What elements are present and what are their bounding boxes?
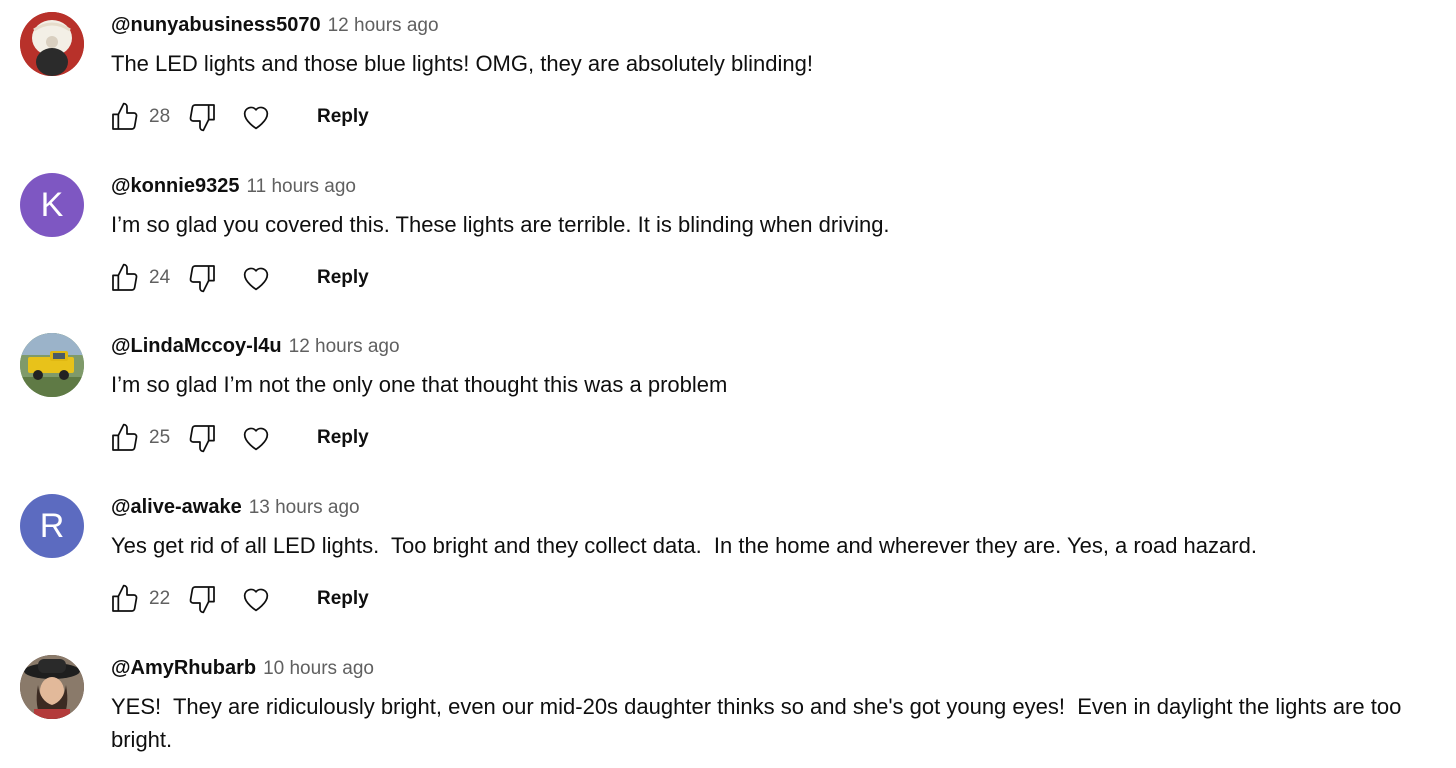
heart-button[interactable] xyxy=(239,582,273,616)
like-button[interactable] xyxy=(108,100,142,134)
avatar[interactable]: R xyxy=(20,494,84,558)
comment-timestamp[interactable]: 11 hours ago xyxy=(246,176,356,198)
heart-icon xyxy=(243,588,269,612)
like-button[interactable] xyxy=(108,421,142,455)
thumbs-down-icon xyxy=(189,425,215,453)
comment-author[interactable]: @konnie9325 xyxy=(111,175,239,198)
like-button[interactable] xyxy=(108,261,142,295)
comment-timestamp[interactable]: 12 hours ago xyxy=(289,336,400,358)
thumbs-down-icon xyxy=(189,104,215,132)
yellow-truck-avatar-icon xyxy=(20,333,84,397)
comment-timestamp[interactable]: 12 hours ago xyxy=(328,15,439,37)
like-count: 24 xyxy=(149,267,171,288)
avatar[interactable] xyxy=(20,655,84,719)
like-count: 28 xyxy=(149,106,171,127)
heart-icon xyxy=(243,106,269,130)
thumbs-down-icon xyxy=(189,265,215,293)
dislike-button[interactable] xyxy=(185,582,219,616)
avatar-letter: K xyxy=(40,185,64,224)
comment-author[interactable]: @alive-awake xyxy=(111,496,242,519)
comment-author[interactable]: @AmyRhubarb xyxy=(111,657,256,680)
woman-hat-avatar-icon xyxy=(20,655,84,719)
thumbs-up-icon xyxy=(112,584,138,612)
dislike-button[interactable] xyxy=(185,261,219,295)
reply-button[interactable]: Reply xyxy=(317,106,369,128)
comment-timestamp[interactable]: 10 hours ago xyxy=(263,658,374,680)
comment-author[interactable]: @LindaMccoy-l4u xyxy=(111,335,282,358)
comment-text: I’m so glad you covered this. These ligh… xyxy=(111,212,890,237)
heart-icon xyxy=(243,427,269,451)
thumbs-up-icon xyxy=(112,423,138,451)
like-count: 22 xyxy=(149,588,171,609)
comment-text: YES! They are ridiculously bright, even … xyxy=(111,694,1408,752)
avatar[interactable] xyxy=(20,12,84,76)
reply-button[interactable]: Reply xyxy=(317,588,369,610)
like-count: 25 xyxy=(149,427,171,448)
comment-author[interactable]: @nunyabusiness5070 xyxy=(111,14,321,37)
comment-text: The LED lights and those blue lights! OM… xyxy=(111,51,813,76)
rooster-avatar-icon xyxy=(20,12,84,76)
comment-timestamp[interactable]: 13 hours ago xyxy=(249,497,360,519)
thumbs-down-icon xyxy=(189,586,215,614)
avatar-letter: R xyxy=(39,506,65,545)
heart-button[interactable] xyxy=(239,421,273,455)
heart-button[interactable] xyxy=(239,261,273,295)
avatar[interactable] xyxy=(20,333,84,397)
reply-button[interactable]: Reply xyxy=(317,267,369,289)
comment-text: Yes get rid of all LED lights. Too brigh… xyxy=(111,533,1257,558)
heart-button[interactable] xyxy=(239,100,273,134)
avatar[interactable]: K xyxy=(20,173,84,237)
like-button[interactable] xyxy=(108,582,142,616)
dislike-button[interactable] xyxy=(185,421,219,455)
thumbs-up-icon xyxy=(112,102,138,130)
heart-icon xyxy=(243,267,269,291)
comment-text: I’m so glad I’m not the only one that th… xyxy=(111,372,728,397)
thumbs-up-icon xyxy=(112,263,138,291)
reply-button[interactable]: Reply xyxy=(317,427,369,449)
dislike-button[interactable] xyxy=(185,100,219,134)
